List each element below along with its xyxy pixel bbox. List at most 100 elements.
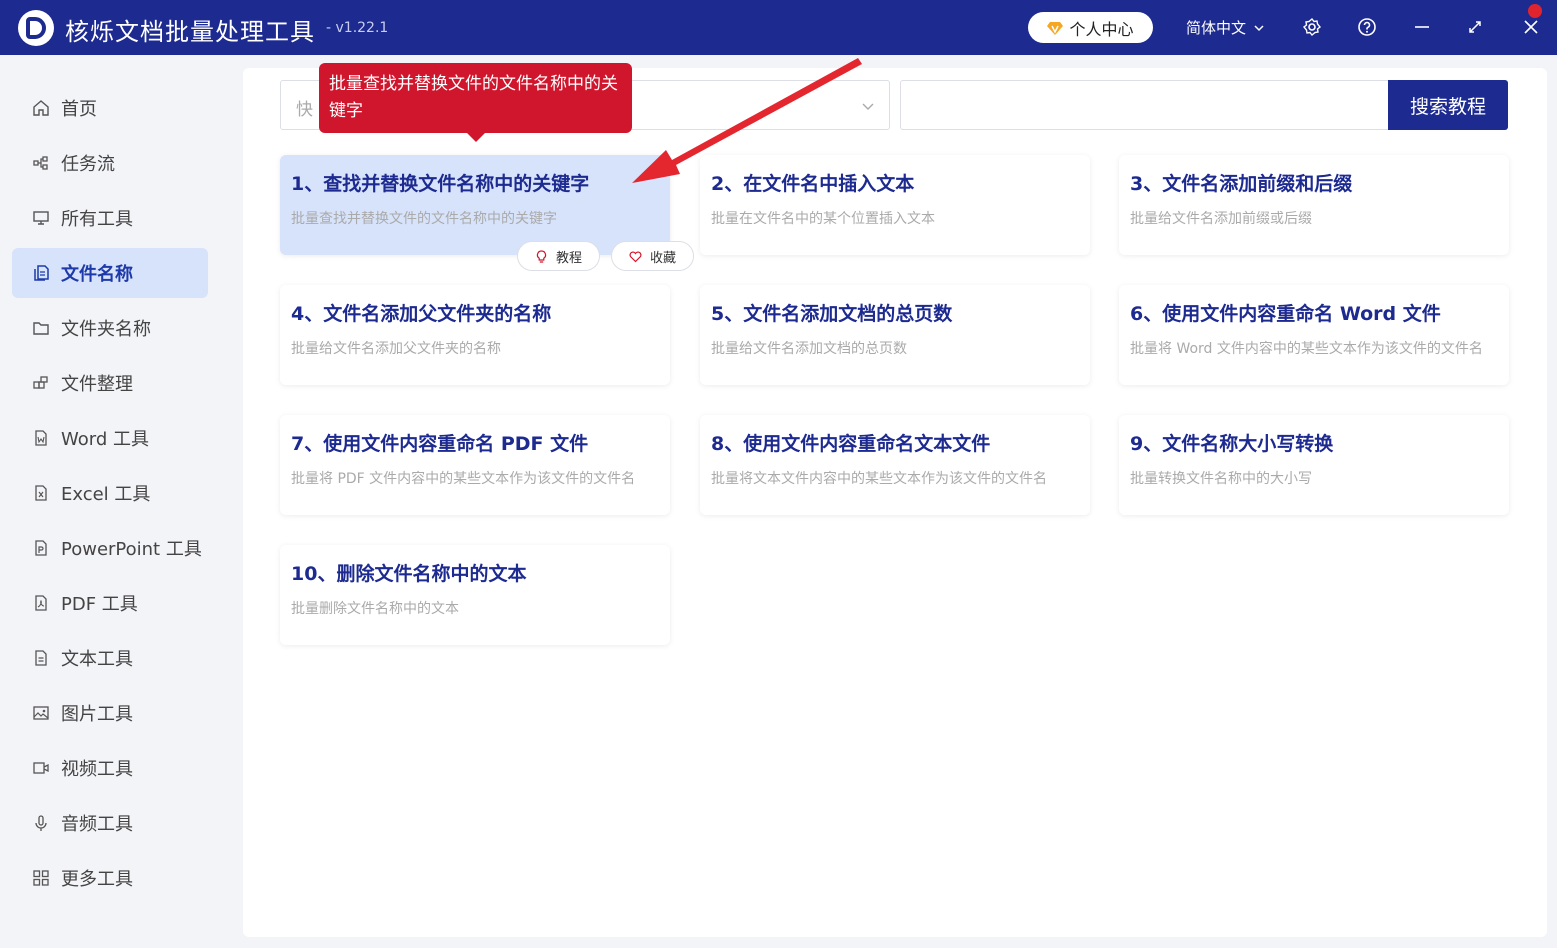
favorite-button[interactable]: 收藏 xyxy=(611,241,694,271)
sidebar-item-all-tools[interactable]: 所有工具 xyxy=(12,193,208,243)
settings-icon[interactable] xyxy=(1302,17,1322,37)
sidebar-item-file-organize[interactable]: 文件整理 xyxy=(12,358,208,408)
sidebar-item-label: 任务流 xyxy=(61,154,115,175)
language-label: 简体中文 xyxy=(1186,19,1247,37)
tool-card[interactable]: 1、查找并替换文件名称中的关键字 批量查找并替换文件的文件名称中的关键字 xyxy=(280,155,670,255)
sidebar-item-label: 文件夹名称 xyxy=(61,319,151,340)
sidebar-item-image-tools[interactable]: 图片工具 xyxy=(12,688,208,738)
chevron-down-icon xyxy=(862,103,874,110)
organize-icon xyxy=(33,376,48,389)
sidebar-item-label: 视频工具 xyxy=(61,759,133,780)
sidebar-item-video-tools[interactable]: 视频工具 xyxy=(12,743,208,793)
home-icon xyxy=(33,100,49,116)
sidebar: 首页 任务流 所有工具 文件名称 文件夹名称 文件整理 Word 工具 Exce… xyxy=(0,55,220,948)
diamond-icon xyxy=(1047,21,1064,35)
sidebar-item-folder-name[interactable]: 文件夹名称 xyxy=(12,303,208,353)
file-copy-icon xyxy=(34,265,49,281)
word-icon xyxy=(35,430,47,446)
tool-card[interactable]: 4、文件名添加父文件夹的名称 批量给文件名添加父文件夹的名称 xyxy=(280,285,670,385)
sidebar-item-label: 音频工具 xyxy=(61,814,133,835)
card-description: 批量给文件名添加前缀或后缀 xyxy=(1130,211,1312,227)
sidebar-item-label: 首页 xyxy=(61,99,97,120)
card-title: 10、删除文件名称中的文本 xyxy=(291,563,527,585)
sidebar-item-more-tools[interactable]: 更多工具 xyxy=(12,853,208,903)
sidebar-item-label: 所有工具 xyxy=(61,209,133,230)
search-select-placeholder: 快 xyxy=(296,100,313,120)
tool-card[interactable]: 10、删除文件名称中的文本 批量删除文件名称中的文本 xyxy=(280,545,670,645)
monitor-icon xyxy=(33,211,49,225)
maximize-icon[interactable] xyxy=(1465,17,1485,37)
workflow-icon xyxy=(33,156,48,170)
help-icon[interactable] xyxy=(1357,17,1377,37)
tool-card[interactable]: 2、在文件名中插入文本 批量在文件名中的某个位置插入文本 xyxy=(700,155,1090,255)
ppt-icon xyxy=(35,540,47,556)
card-description: 批量将 PDF 文件内容中的某些文本作为该文件的文件名 xyxy=(291,471,636,487)
pdf-icon xyxy=(35,595,47,611)
tutorial-search-input[interactable] xyxy=(900,80,1390,130)
search-tutorial-button[interactable]: 搜索教程 xyxy=(1388,80,1508,130)
sidebar-item-label: 图片工具 xyxy=(61,704,133,725)
chevron-down-icon xyxy=(1254,24,1264,31)
card-title: 8、使用文件内容重命名文本文件 xyxy=(711,433,991,455)
app-title: 核烁文档批量处理工具 xyxy=(65,18,315,46)
tooltip: 批量查找并替换文件的文件名称中的关键字 xyxy=(319,63,632,142)
app-logo-icon xyxy=(18,10,54,46)
card-description: 批量将文本文件内容中的某些文本作为该文件的文件名 xyxy=(711,471,1047,487)
sidebar-item-home[interactable]: 首页 xyxy=(12,83,208,133)
sidebar-item-label: 文本工具 xyxy=(61,649,133,670)
text-file-icon xyxy=(35,650,47,666)
card-title: 6、使用文件内容重命名 Word 文件 xyxy=(1130,303,1441,325)
sidebar-item-text-tools[interactable]: 文本工具 xyxy=(12,633,208,683)
tool-card[interactable]: 5、文件名添加文档的总页数 批量给文件名添加文档的总页数 xyxy=(700,285,1090,385)
title-bar: 核烁文档批量处理工具 - v1.22.1 个人中心 简体中文 xyxy=(0,0,1557,55)
sidebar-item-excel-tools[interactable]: Excel 工具 xyxy=(12,468,208,518)
tutorial-label: 教程 xyxy=(555,250,582,266)
card-title: 1、查找并替换文件名称中的关键字 xyxy=(291,173,590,195)
sidebar-item-workflow[interactable]: 任务流 xyxy=(12,138,208,188)
card-title: 9、文件名称大小写转换 xyxy=(1130,433,1334,455)
sidebar-item-word-tools[interactable]: Word 工具 xyxy=(12,413,208,463)
card-description: 批量将 Word 文件内容中的某些文本作为该文件的文件名 xyxy=(1130,341,1483,357)
card-title: 4、文件名添加父文件夹的名称 xyxy=(291,303,552,325)
user-center-button[interactable]: 个人中心 xyxy=(1028,12,1153,43)
sidebar-item-file-name[interactable]: 文件名称 xyxy=(12,248,208,298)
tool-card[interactable]: 7、使用文件内容重命名 PDF 文件 批量将 PDF 文件内容中的某些文本作为该… xyxy=(280,415,670,515)
card-title: 2、在文件名中插入文本 xyxy=(711,173,915,195)
card-description: 批量给文件名添加文档的总页数 xyxy=(711,341,907,357)
sidebar-item-label: 文件整理 xyxy=(61,374,133,395)
card-description: 批量查找并替换文件的文件名称中的关键字 xyxy=(291,211,557,227)
user-center-label: 个人中心 xyxy=(1069,19,1134,39)
sidebar-item-label: Excel 工具 xyxy=(61,484,151,505)
video-icon xyxy=(33,762,49,774)
tool-card[interactable]: 3、文件名添加前缀和后缀 批量给文件名添加前缀或后缀 xyxy=(1119,155,1509,255)
close-icon[interactable] xyxy=(1521,17,1541,37)
sidebar-item-label: PDF 工具 xyxy=(61,594,138,615)
sidebar-item-powerpoint-tools[interactable]: PowerPoint 工具 xyxy=(12,523,208,573)
heart-icon xyxy=(629,251,642,262)
sidebar-item-audio-tools[interactable]: 音频工具 xyxy=(12,798,208,848)
notification-badge-icon xyxy=(1528,4,1542,18)
minimize-icon[interactable] xyxy=(1412,17,1432,37)
sidebar-item-pdf-tools[interactable]: PDF 工具 xyxy=(12,578,208,628)
card-title: 3、文件名添加前缀和后缀 xyxy=(1130,173,1353,195)
card-description: 批量在文件名中的某个位置插入文本 xyxy=(711,211,935,227)
tutorial-button[interactable]: 教程 xyxy=(517,241,600,271)
sidebar-item-label: PowerPoint 工具 xyxy=(61,539,202,560)
sidebar-item-label: 更多工具 xyxy=(61,869,133,890)
card-description: 批量转换文件名称中的大小写 xyxy=(1130,471,1312,487)
card-description: 批量删除文件名称中的文本 xyxy=(291,601,459,617)
lightbulb-icon xyxy=(536,249,547,263)
grid-icon xyxy=(33,870,49,886)
folder-icon xyxy=(33,322,49,335)
excel-icon xyxy=(35,485,47,501)
sidebar-item-label: 文件名称 xyxy=(61,264,133,285)
app-version: - v1.22.1 xyxy=(326,20,389,36)
tool-card[interactable]: 9、文件名称大小写转换 批量转换文件名称中的大小写 xyxy=(1119,415,1509,515)
language-selector[interactable]: 简体中文 xyxy=(1186,17,1264,38)
favorite-label: 收藏 xyxy=(649,250,676,266)
tool-card[interactable]: 8、使用文件内容重命名文本文件 批量将文本文件内容中的某些文本作为该文件的文件名 xyxy=(700,415,1090,515)
card-title: 7、使用文件内容重命名 PDF 文件 xyxy=(291,433,589,455)
card-description: 批量给文件名添加父文件夹的名称 xyxy=(291,341,501,357)
card-title: 5、文件名添加文档的总页数 xyxy=(711,303,953,325)
tool-card[interactable]: 6、使用文件内容重命名 Word 文件 批量将 Word 文件内容中的某些文本作… xyxy=(1119,285,1509,385)
